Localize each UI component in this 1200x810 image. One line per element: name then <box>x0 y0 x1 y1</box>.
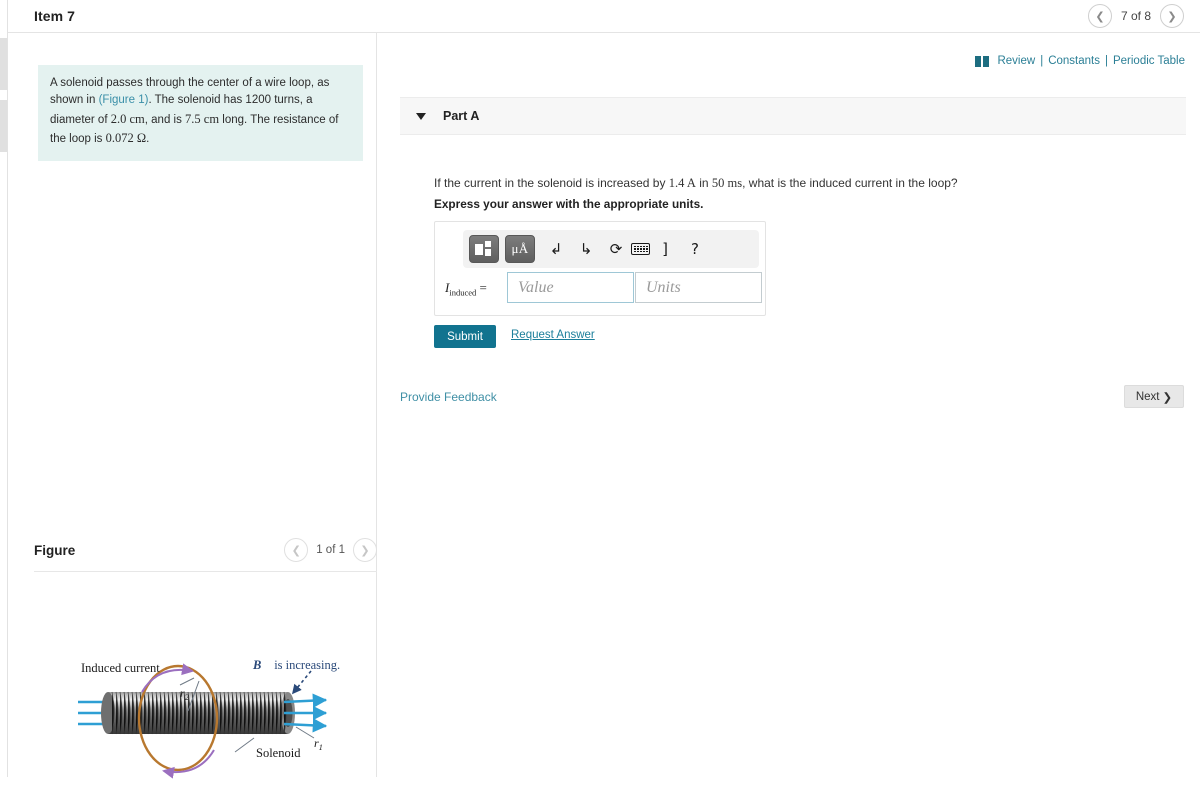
link-separator-1: | <box>1040 55 1044 67</box>
next-button[interactable]: Next ❯ <box>1124 385 1184 408</box>
reset-circular-arrow-icon[interactable]: ⟳ <box>607 241 625 257</box>
rail-tab-lower[interactable] <box>0 100 7 152</box>
chevron-down-icon[interactable] <box>416 112 426 120</box>
problem-text-3: , and is <box>144 113 186 126</box>
question-current: 1.4 A <box>668 176 696 190</box>
review-link[interactable]: Review <box>997 55 1035 67</box>
collapsed-side-rail[interactable] <box>0 0 8 777</box>
solenoid-diagram-svg: Induced current B⃗ is increasing. r2 r1 … <box>78 658 340 779</box>
submit-button[interactable]: Submit <box>434 325 496 348</box>
provide-feedback-link[interactable]: Provide Feedback <box>400 390 497 404</box>
label-solenoid: Solenoid <box>256 746 301 760</box>
book-icon <box>975 55 990 67</box>
figure-next-button[interactable]: ❯ <box>353 538 377 562</box>
top-bar: Item 7 ❮ 7 of 8 ❯ <box>8 0 1200 33</box>
question-text-a: If the current in the solenoid is increa… <box>434 176 669 190</box>
part-a-label: Part A <box>443 109 480 123</box>
rail-tab-upper[interactable] <box>0 38 7 90</box>
solenoid-body <box>101 691 295 735</box>
answer-toolbar: μÅ ↲ ↳ ⟳ ] ? <box>463 230 759 268</box>
answer-input-container: μÅ ↲ ↳ ⟳ ] ? Iinduced = Value Units <box>434 221 766 316</box>
right-panel: Review | Constants | Periodic Table Part… <box>378 33 1200 777</box>
link-separator-2: | <box>1104 55 1108 67</box>
chevron-right-icon: ❯ <box>1162 391 1173 404</box>
figure-1-link[interactable]: (Figure 1) <box>99 94 149 106</box>
units-mua-label: μÅ <box>511 241 529 256</box>
redo-arrow-icon[interactable]: ↳ <box>577 241 595 257</box>
figure-header: Figure ❮ 1 of 1 ❯ <box>34 538 377 572</box>
undo-arrow-icon[interactable]: ↲ <box>547 241 565 257</box>
problem-text-5: . <box>146 133 150 146</box>
item-pager-label: 7 of 8 <box>1120 9 1151 23</box>
problem-resistance: 0.072 Ω <box>105 131 147 146</box>
label-r2: r2 <box>180 686 190 702</box>
units-placeholder: Units <box>646 278 681 296</box>
figure-title: Figure <box>34 542 76 558</box>
bracket-label: ] <box>662 239 668 258</box>
answer-variable-label: Iinduced = <box>445 280 487 298</box>
item-pager: ❮ 7 of 8 ❯ <box>1087 4 1184 28</box>
keyboard-icon[interactable] <box>631 243 650 255</box>
template-layout-icon[interactable] <box>469 235 499 263</box>
next-item-button[interactable]: ❯ <box>1160 4 1184 28</box>
units-input[interactable]: Units <box>635 272 762 303</box>
b-field-pointer <box>291 670 312 695</box>
page-title: Item 7 <box>34 8 76 24</box>
part-a-header[interactable]: Part A <box>400 97 1186 135</box>
problem-diameter: 2.0 cm <box>110 111 145 126</box>
solenoid-figure[interactable]: Induced current B⃗ is increasing. r2 r1 … <box>68 645 368 805</box>
label-induced-current: Induced current <box>81 661 160 675</box>
answer-instruction: Express your answer with the appropriate… <box>434 197 704 211</box>
question-text-b: in <box>695 176 712 190</box>
reference-links: Review | Constants | Periodic Table <box>975 55 1185 67</box>
next-button-label: Next <box>1135 390 1160 403</box>
question-text-c: , what is the induced current in the loo… <box>742 176 958 190</box>
problem-length: 7.5 cm <box>185 111 220 126</box>
figure-pager: ❮ 1 of 1 ❯ <box>284 538 377 562</box>
problem-statement: A solenoid passes through the center of … <box>38 65 363 161</box>
left-panel: A solenoid passes through the center of … <box>8 33 377 779</box>
label-r1: r1 <box>314 736 323 752</box>
question-time: 50 ms <box>711 176 743 190</box>
value-placeholder: Value <box>518 278 554 296</box>
units-mua-button[interactable]: μÅ <box>505 235 535 263</box>
request-answer-link[interactable]: Request Answer <box>511 329 595 341</box>
constants-link[interactable]: Constants <box>1048 55 1100 67</box>
question-text: If the current in the solenoid is increa… <box>434 176 958 191</box>
periodic-table-link[interactable]: Periodic Table <box>1113 55 1185 67</box>
equals-sign: = <box>479 280 487 295</box>
figure-pager-label: 1 of 1 <box>316 544 345 556</box>
label-b-increasing: B⃗ is increasing. <box>252 658 340 672</box>
figure-prev-button[interactable]: ❮ <box>284 538 309 562</box>
value-input[interactable]: Value <box>507 272 634 303</box>
help-question-icon[interactable]: ? <box>686 241 704 257</box>
prev-item-button[interactable]: ❮ <box>1087 4 1112 28</box>
variable-subscript: induced <box>449 287 477 298</box>
